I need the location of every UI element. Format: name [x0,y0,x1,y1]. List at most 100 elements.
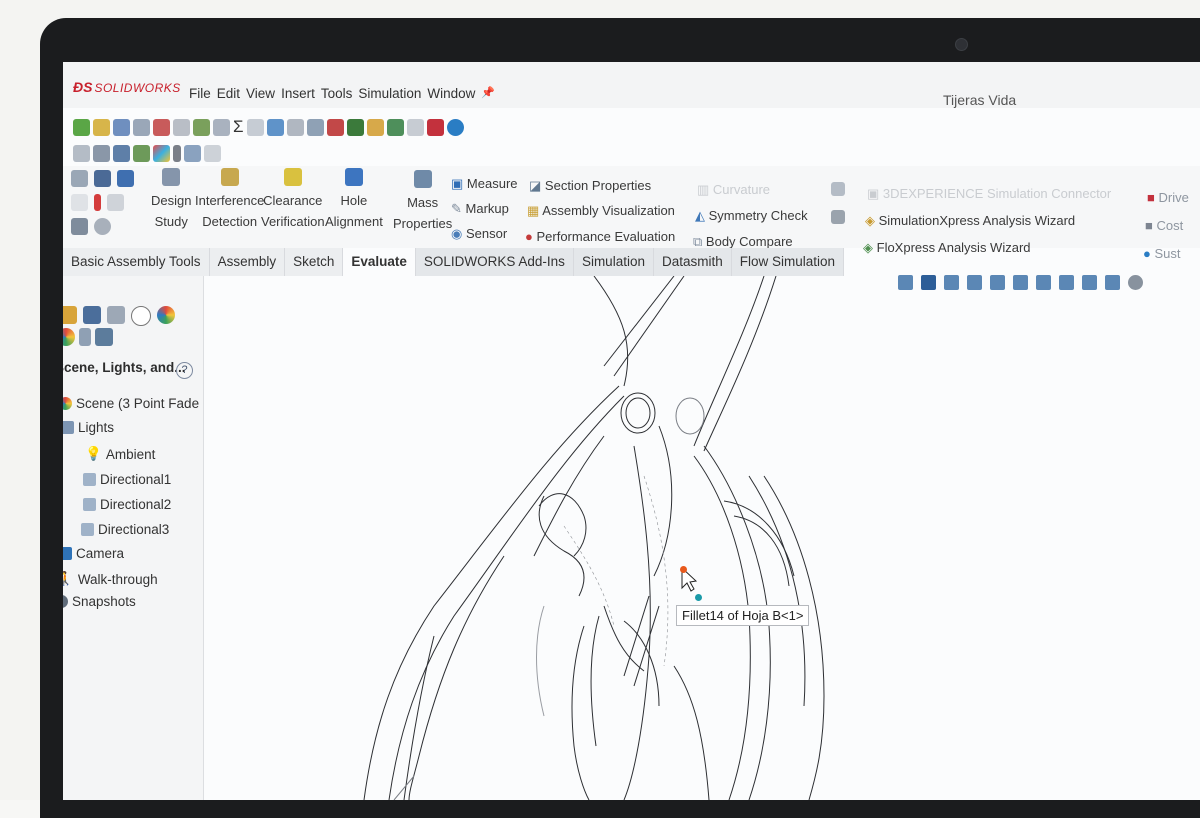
excel-icon[interactable] [346,118,364,136]
menu-file[interactable]: File [189,86,211,101]
pencil-icon[interactable] [93,118,110,136]
scissors-wireframe-model[interactable] [204,275,1200,800]
tree-item-snapshots[interactable]: ▸ Snapshots [63,594,136,609]
clearance-icon[interactable] [193,118,210,136]
interference-icon[interactable] [153,118,170,136]
select-icon[interactable] [71,218,88,235]
eraser-icon[interactable] [73,144,90,162]
document-title: Tijeras Vida [943,92,1017,108]
graphics-area[interactable] [204,275,1200,800]
tab-basic-assembly-tools[interactable]: Basic Assembly Tools [63,248,210,276]
menu-edit[interactable]: Edit [217,86,240,101]
tree-item-walk-through[interactable]: 🚶 Walk-through [63,571,158,587]
mass-properties-button[interactable]: Mass Properties [393,170,452,234]
simulation-small-icon[interactable] [831,182,845,201]
help-icon[interactable]: ? [176,362,193,379]
hole-icon[interactable] [173,118,190,136]
design-study-button[interactable]: Design Study [151,168,191,232]
menu-insert[interactable]: Insert [281,86,315,101]
measure-x-icon[interactable] [831,210,845,229]
paint-icon[interactable] [93,144,110,162]
clearance-verification-button[interactable]: Clearance Verification [261,168,325,232]
drive-button[interactable]: ■ Drive [1147,188,1189,207]
hole-alignment-button[interactable]: Hole Alignment [325,168,383,232]
performance-evaluation-button[interactable]: ● Performance Evaluation [525,227,675,246]
tree-item-directional3[interactable]: Directional3 [81,522,169,537]
tree-item-scene[interactable]: ▸ Scene (3 Point Fade [63,396,199,411]
measure-icon[interactable] [306,118,324,136]
sum-icon[interactable]: Σ [233,117,244,137]
table-icon[interactable] [133,144,150,162]
tab-flow-simulation[interactable]: Flow Simulation [731,248,845,276]
flow-icon[interactable] [386,118,404,136]
configuration-icon[interactable] [107,306,125,324]
scene-lights-tab-icon[interactable] [95,328,113,346]
section-properties-button[interactable]: ◪ Section Properties [529,176,651,195]
menu-window[interactable]: Window [427,86,475,101]
assembly-visualization-button[interactable]: ▦ Assembly Visualization [527,201,675,220]
menu-simulation[interactable]: Simulation [358,86,421,101]
menu-view[interactable]: View [246,86,275,101]
sensor-button[interactable]: ◉ Sensor [451,224,507,243]
feature-tree-icon[interactable] [63,306,77,324]
symmetry-icon[interactable] [266,118,284,136]
color-map-icon[interactable] [153,144,170,162]
tree-item-ambient[interactable]: 💡 Ambient [85,446,155,462]
costing-icon: ■ [1145,218,1153,233]
wrench-icon[interactable] [113,144,130,162]
menu-tools[interactable]: Tools [321,86,353,101]
drive-icon[interactable] [426,118,444,136]
balance-icon[interactable] [113,118,130,136]
home-icon[interactable] [71,170,88,187]
floxpress-button[interactable]: ◈ FloXpress Analysis Wizard [863,238,1031,257]
grid-icon[interactable] [184,144,201,162]
greyed-tool-icon [204,144,221,162]
tab-assembly[interactable]: Assembly [209,248,286,276]
quick-access-3 [71,218,111,235]
tab-evaluate[interactable]: Evaluate [343,248,416,276]
tree-item-lights[interactable]: ▾ Lights [63,420,114,435]
new-doc-icon[interactable] [71,194,88,211]
tree-item-camera[interactable]: Camera [63,546,124,561]
traffic-light-icon[interactable] [94,194,101,211]
measure-button[interactable]: ▣ Measure [451,174,518,193]
section-properties-icon: ◪ [529,178,542,193]
section-icon[interactable] [133,118,150,136]
appearances-icon[interactable] [63,328,75,346]
curvature-icon[interactable] [246,118,264,136]
compare-icon[interactable] [286,118,304,136]
crosshair-icon[interactable] [131,306,151,326]
tab-datasmith[interactable]: Datasmith [653,248,732,276]
symmetry-check-icon: ◭ [695,208,705,223]
options-gear-icon[interactable] [94,218,111,235]
symmetry-check-button[interactable]: ◭ Symmetry Check [695,206,808,225]
mass-icon[interactable] [213,118,230,136]
costing-button[interactable]: ■ Cost [1145,216,1183,235]
tab-sketch[interactable]: Sketch [285,248,344,276]
delete-x-icon[interactable] [326,118,344,136]
thermometer-icon[interactable] [173,144,181,162]
design-study-icon [162,168,181,186]
markup-button[interactable]: ✎ Markup [451,199,509,218]
sustainability-icon[interactable] [446,118,464,136]
save-icon[interactable] [94,170,111,187]
interference-detection-button[interactable]: Interference Detection [195,168,264,232]
tab-simulation[interactable]: Simulation [573,248,654,276]
snapshots-icon [63,595,68,608]
display-manager-icon[interactable] [157,306,175,324]
interference-detection-icon [220,168,239,186]
pin-icon[interactable]: 📌 [481,86,495,101]
tree-item-directional2[interactable]: Directional2 [83,497,171,512]
decals-icon[interactable] [79,328,91,346]
quick-access [71,170,134,187]
undo-icon[interactable] [117,170,134,187]
body-compare-icon: ⧉ [693,234,703,249]
property-manager-icon[interactable] [83,306,101,324]
analysis-icon[interactable] [366,118,384,136]
checkmark-icon[interactable] [73,118,90,136]
tab-solidworks-add-ins[interactable]: SOLIDWORKS Add-Ins [415,248,574,276]
sustainability-button[interactable]: ● Sust [1143,244,1181,263]
simulationxpress-button[interactable]: ◈ SimulationXpress Analysis Wizard [865,211,1075,230]
tree-item-directional1[interactable]: Directional1 [83,472,171,487]
directional-light-icon [81,523,94,536]
